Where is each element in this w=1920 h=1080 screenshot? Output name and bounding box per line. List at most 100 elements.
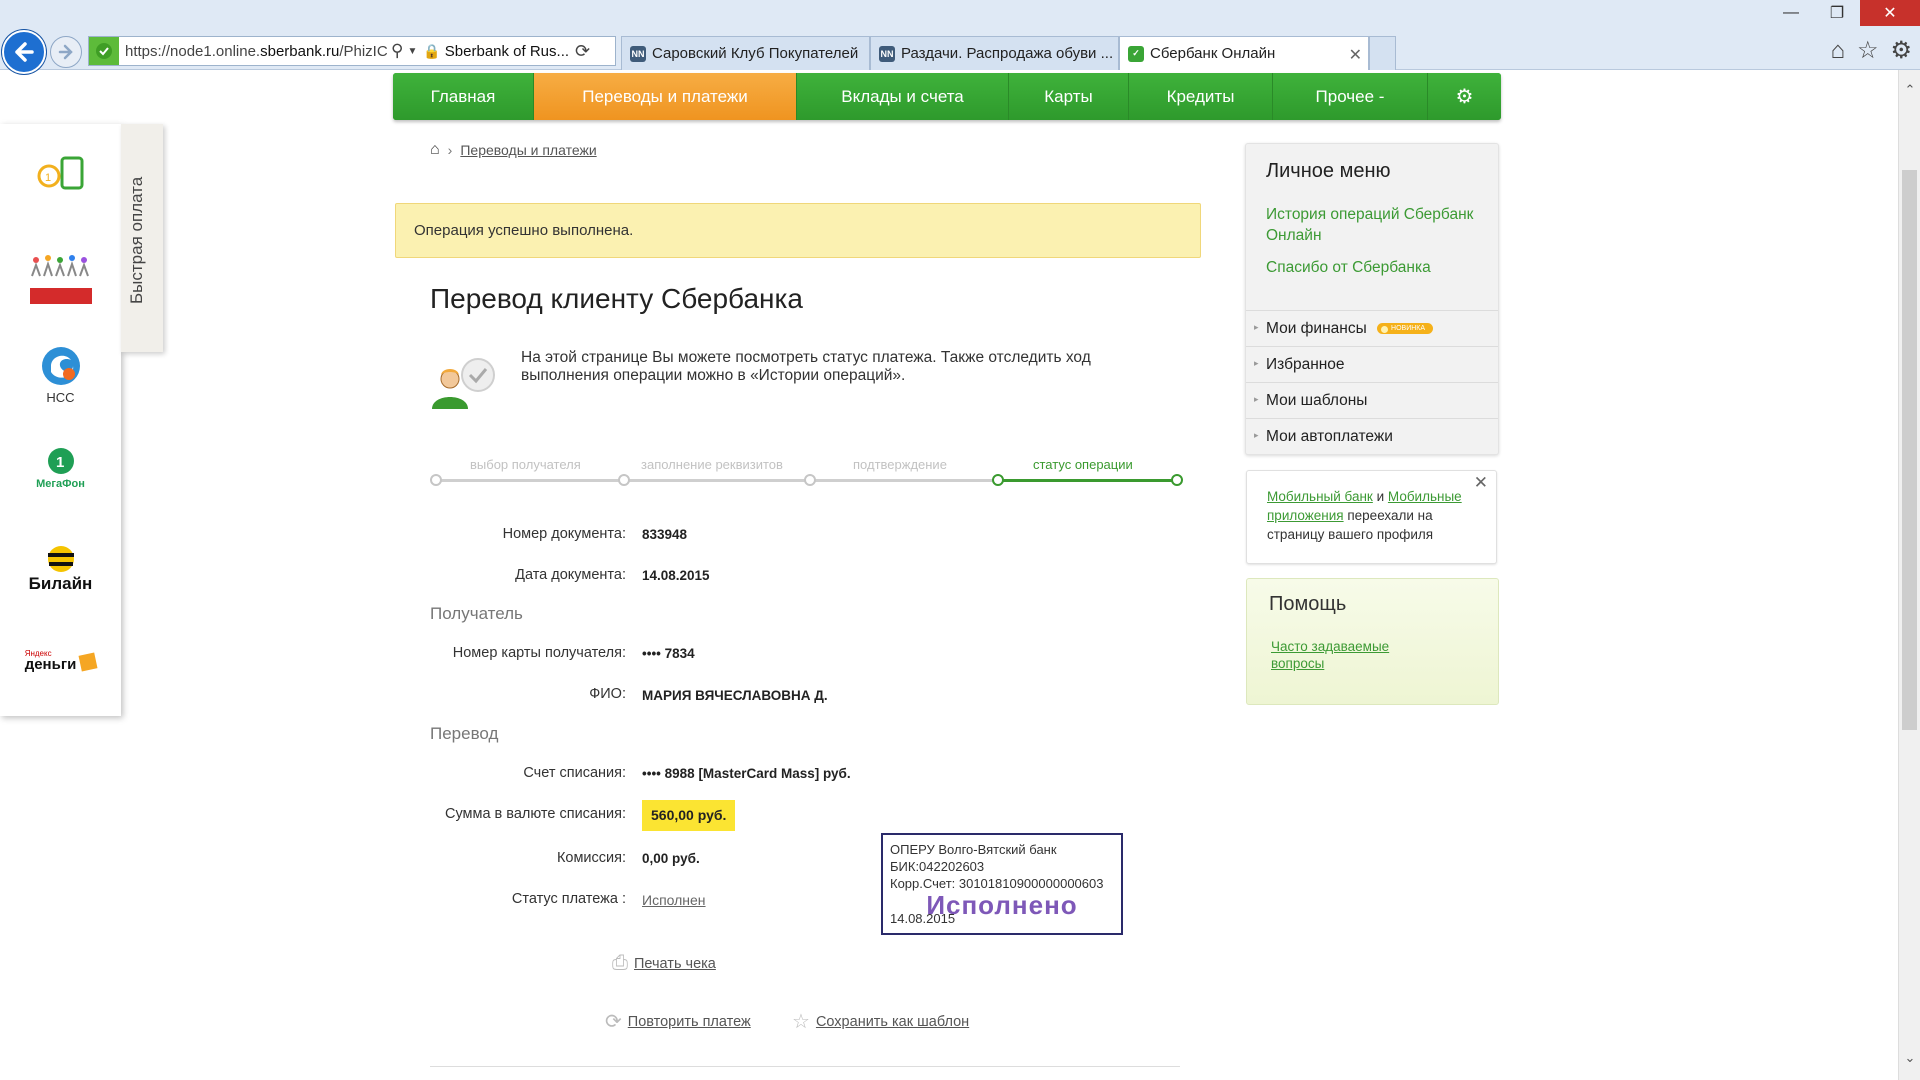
new-tab-button[interactable]: [1369, 36, 1396, 70]
print-receipt-label: Печать чека: [634, 955, 716, 972]
megafon-label: МегаФон: [36, 478, 85, 490]
site-identity[interactable]: Sberbank of Rus...: [441, 43, 569, 60]
quick-pay-charity[interactable]: [0, 252, 121, 306]
step-label-status: статус операции: [1033, 457, 1133, 472]
step-dot-current: [992, 474, 1004, 486]
mobile-bank-link[interactable]: Мобильный банк: [1267, 489, 1373, 504]
stamp-date: 14.08.2015: [890, 911, 956, 926]
menu-item-transfers[interactable]: Переводы и платежи: [534, 73, 797, 120]
step-label-recipient: выбор получателя: [470, 457, 581, 472]
menu-item-cards[interactable]: Карты: [1009, 73, 1129, 120]
status-user-icon: [432, 358, 495, 409]
repeat-icon: ⟳: [605, 1011, 622, 1033]
help-panel: Помощь Часто задаваемые вопросы: [1246, 578, 1499, 705]
url-text[interactable]: https://node1.online.sberbank.ru/PhizIC/: [119, 43, 387, 60]
tab-sarov-club[interactable]: NN Саровский Клуб Покупателей: [621, 36, 870, 70]
menu-autopayments[interactable]: ▸ Мои автоплатежи: [1246, 418, 1498, 453]
gear-icon[interactable]: ⚙: [1890, 38, 1912, 64]
quick-pay-mobile[interactable]: 1: [0, 154, 121, 194]
menu-item-credits[interactable]: Кредиты: [1129, 73, 1273, 120]
history-link[interactable]: История операций Сбербанк Онлайн: [1266, 206, 1473, 244]
debit-account-label: Счет списания:: [523, 765, 626, 781]
scroll-down-icon[interactable]: ⌄: [1902, 1050, 1918, 1066]
doc-date-value: 14.08.2015: [642, 568, 710, 583]
beeline-logo-icon: [47, 546, 74, 572]
beeline-label: Билайн: [28, 574, 93, 593]
dropdown-icon[interactable]: ▼: [407, 46, 417, 57]
quick-pay-beeline[interactable]: Билайн: [0, 544, 121, 594]
forward-button[interactable]: [50, 36, 82, 68]
browser-toolbar: ⌂ ☆ ⚙: [1830, 38, 1912, 64]
close-window-button[interactable]: ✕: [1860, 0, 1920, 26]
personal-menu-title: Личное меню: [1266, 160, 1391, 182]
scroll-thumb[interactable]: [1902, 170, 1917, 730]
menu-item-home[interactable]: Главная: [393, 73, 534, 120]
search-icon[interactable]: ⚲: [391, 41, 403, 61]
save-template-button[interactable]: ☆ Сохранить как шаблон: [792, 1009, 969, 1034]
back-button[interactable]: [2, 30, 46, 74]
main-menu: Главная Переводы и платежи Вклады и счет…: [393, 73, 1501, 120]
quick-pay-megafon[interactable]: 1 МегаФон: [0, 446, 121, 490]
steps-track: [435, 479, 998, 482]
nss-logo-icon: [41, 347, 80, 385]
tab-favicon: NN: [630, 45, 646, 62]
quick-pay-nss[interactable]: НСС: [0, 344, 121, 405]
refresh-icon[interactable]: ⟳: [575, 41, 590, 62]
doc-number-label: Номер документа:: [502, 526, 626, 542]
debit-account-value: •••• 8988 [MasterCard Mass] руб.: [642, 766, 851, 781]
doc-date-label: Дата документа:: [515, 567, 626, 583]
tab-shoes-sale[interactable]: NN Раздачи. Распродажа обуви ...: [870, 36, 1119, 70]
chevron-right-icon: ›: [447, 142, 453, 158]
home-icon[interactable]: ⌂: [430, 141, 440, 159]
menu-item-deposits[interactable]: Вклады и счета: [797, 73, 1009, 120]
secure-site-icon: [89, 37, 119, 65]
templates-label: Мои шаблоны: [1266, 392, 1368, 409]
menu-favorites[interactable]: ▸ Избранное: [1246, 346, 1498, 381]
printer-icon: ⎙: [612, 952, 628, 974]
tab-sberbank-online[interactable]: ✓ Сбербанк Онлайн ✕: [1119, 36, 1369, 70]
minimize-button[interactable]: —: [1768, 0, 1814, 26]
mobile-topup-icon: 1: [37, 156, 83, 190]
scroll-up-icon[interactable]: ⌃: [1902, 82, 1918, 98]
breadcrumb-transfers-link[interactable]: Переводы и платежи: [460, 142, 596, 158]
payment-status-label: Статус платежа :: [511, 891, 626, 907]
recipient-name-label: ФИО:: [589, 686, 626, 702]
close-icon[interactable]: ✕: [1474, 473, 1488, 492]
star-icon[interactable]: ☆: [1857, 38, 1879, 64]
recipient-name-value: МАРИЯ ВЯЧЕСЛАВОВНА Д.: [642, 688, 828, 703]
tab-label: Раздачи. Распродажа обуви ...: [901, 45, 1114, 62]
spasibo-link[interactable]: Спасибо от Сбербанка: [1266, 259, 1431, 276]
doc-number-value: 833948: [642, 527, 688, 542]
step-dot-end: [1171, 474, 1183, 486]
menu-settings[interactable]: ⚙: [1428, 73, 1501, 120]
menu-item-other[interactable]: Прочее -: [1273, 73, 1428, 120]
window-controls: — ❐ ✕: [1768, 0, 1920, 26]
menu-other-suffix: -: [1378, 86, 1385, 106]
home-icon[interactable]: ⌂: [1830, 38, 1845, 64]
repeat-payment-button[interactable]: ⟳ Повторить платеж: [605, 1009, 751, 1034]
tab-label: Сбербанк Онлайн: [1150, 45, 1276, 62]
payment-status-link[interactable]: Исполнен: [642, 892, 706, 908]
quick-pay-yandex-money[interactable]: Яндекс деньги: [0, 648, 121, 672]
quick-pay-tab[interactable]: Быстрая оплата: [121, 124, 163, 352]
step-label-confirm: подтверждение: [853, 457, 947, 472]
print-receipt-button[interactable]: ⎙ Печать чека: [612, 952, 716, 975]
megafon-logo-icon: 1: [47, 448, 74, 474]
success-message: Операция успешно выполнена.: [395, 203, 1201, 258]
address-bar[interactable]: https://node1.online.sberbank.ru/PhizIC/…: [88, 36, 616, 66]
close-tab-icon[interactable]: ✕: [1349, 45, 1362, 65]
menu-my-finances[interactable]: ▸ Мои финансы НОВИНКА: [1246, 310, 1498, 345]
arrow-right-icon: [58, 44, 73, 60]
chevron-right-icon: ▸: [1254, 394, 1259, 404]
restore-button[interactable]: ❐: [1814, 0, 1860, 26]
my-finances-label: Мои финансы: [1266, 320, 1367, 337]
menu-templates[interactable]: ▸ Мои шаблоны: [1246, 382, 1498, 417]
save-template-label: Сохранить как шаблон: [815, 1013, 970, 1030]
divider: [430, 1066, 1180, 1067]
stamp-bank: ОПЕРУ Волго-Вятский банк: [890, 842, 1057, 857]
faq-link[interactable]: Часто задаваемые вопросы: [1271, 638, 1411, 672]
favorites-label: Избранное: [1266, 356, 1345, 373]
page-scrollbar[interactable]: ⌃ ⌄: [1898, 70, 1920, 1080]
steps-track-done: [998, 479, 1178, 482]
step-dot: [430, 474, 442, 486]
